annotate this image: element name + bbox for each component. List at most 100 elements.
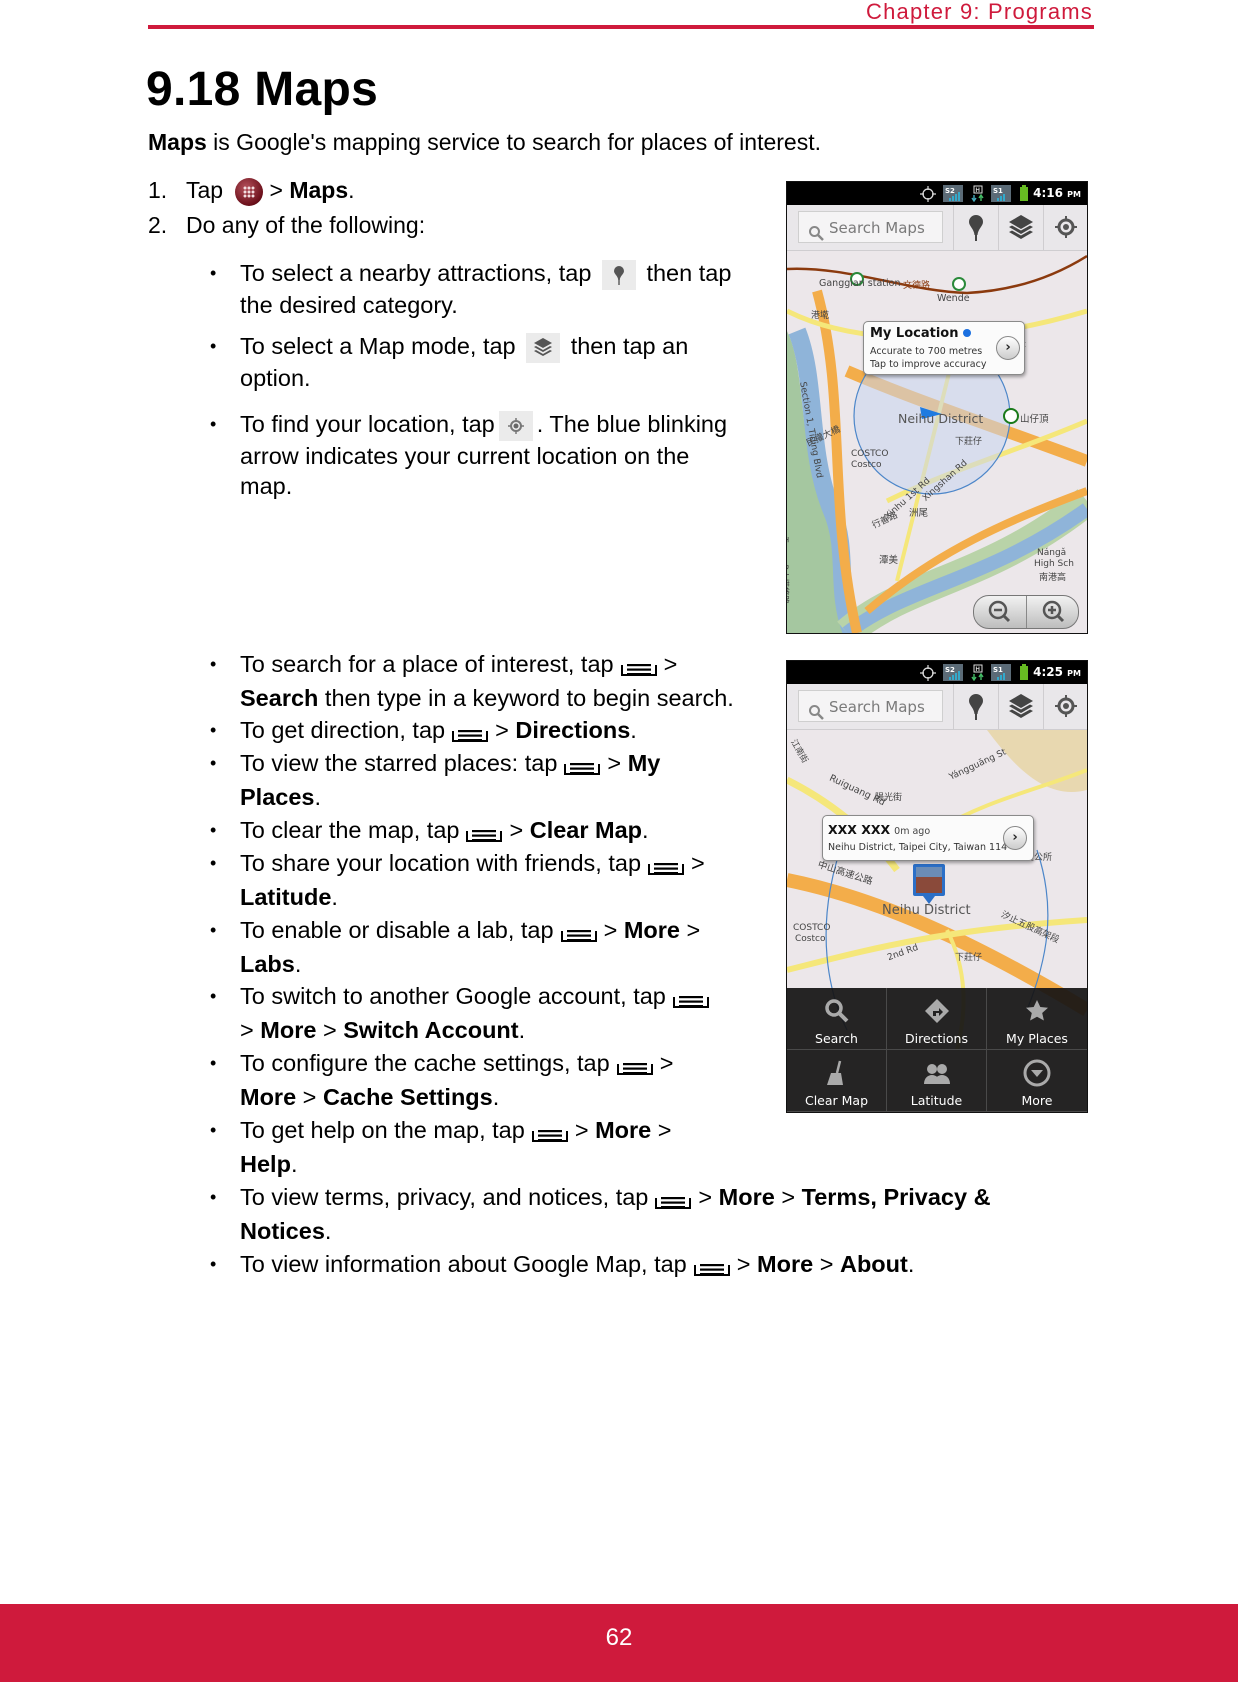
menu-label: Latitude: [910, 1093, 963, 1108]
text: To search for a place of interest, tap: [240, 651, 614, 677]
header-rule: [148, 25, 1094, 29]
place-pin-icon: [601, 259, 636, 290]
bullet-dot: •: [210, 1120, 217, 1140]
map-view[interactable]: Ganggian station 文德路 Wende 港墘 Section 1,…: [787, 251, 1087, 633]
step-2: 2. Do any of the following:: [148, 212, 425, 239]
text: option.: [240, 364, 311, 391]
search-maps-input[interactable]: Search Maps: [798, 211, 943, 243]
more-icon: [1023, 1059, 1051, 1087]
signal-s2-icon: S2: [943, 664, 963, 681]
layers-icon: [1009, 694, 1033, 718]
zoom-out-button[interactable]: [974, 596, 1027, 628]
menu-item-clear-map[interactable]: Clear Map: [787, 1050, 887, 1112]
bullet-text: To enable or disable a lab, tap > More > L…: [240, 914, 700, 981]
text: >: [691, 850, 705, 876]
map-label: 陽光街: [875, 793, 903, 803]
svg-text:S1: S1: [993, 666, 1003, 674]
text: >: [698, 1184, 713, 1210]
place-pin-icon: [969, 215, 983, 241]
step-text: Do any of the following:: [186, 212, 426, 238]
text: To view terms, privacy, and notices, tap: [240, 1184, 649, 1210]
menu-item-my-places[interactable]: My Places: [987, 988, 1087, 1050]
search-placeholder: Search Maps: [829, 698, 925, 716]
map-label: Neihu District: [882, 903, 971, 918]
svg-text:H: H: [976, 188, 980, 194]
map-label: 洲尾: [909, 508, 929, 519]
signal-s1-icon: S1: [991, 664, 1011, 681]
menu-item-latitude[interactable]: Latitude: [887, 1050, 987, 1112]
search-icon: [808, 699, 824, 720]
my-location-button[interactable]: [1043, 205, 1087, 250]
layers-button[interactable]: [998, 205, 1043, 250]
bullet-dot: •: [210, 654, 217, 674]
text: .: [324, 1217, 332, 1244]
period: .: [348, 177, 355, 203]
battery-icon: [1019, 185, 1029, 202]
contact-location-bubble[interactable]: XXX XXX 0m ago Neihu District, Taipei Ci…: [822, 815, 1034, 861]
text: To view the starred places: tap: [240, 750, 558, 776]
bullet-text: To view the starred places: tap > My Place…: [240, 747, 660, 814]
menu-item-search[interactable]: Search: [787, 988, 887, 1050]
text: .: [314, 783, 322, 810]
maps-screenshot-menu: S2 H S1 4:25 PM Search Maps 江南街 Ruiguang…: [786, 660, 1088, 1113]
map-label: High Sch: [1034, 559, 1074, 569]
text: To find your location, tap: [240, 411, 495, 437]
chevron-right-icon[interactable]: ›: [996, 336, 1020, 360]
places-button[interactable]: [953, 684, 998, 729]
my-location-bubble[interactable]: My Location Accurate to 700 metres Tap t…: [863, 321, 1025, 375]
chevron-right-icon[interactable]: ›: [1003, 826, 1027, 850]
text: >: [774, 1184, 802, 1210]
data-hspa-icon: H: [969, 664, 987, 682]
bullet-dot: •: [210, 820, 217, 840]
map-label: 文德路: [903, 281, 931, 291]
map-label: COSTCO: [851, 449, 889, 459]
places-button[interactable]: [953, 205, 998, 250]
my-location-button[interactable]: [1043, 684, 1087, 729]
bold-text: Switch Account: [343, 1016, 519, 1043]
layers-button[interactable]: [998, 684, 1043, 729]
bold-text: Terms, Privacy &: [801, 1184, 991, 1210]
text: To select a nearby attractions, tap: [240, 260, 592, 286]
bullet-dot: •: [210, 336, 217, 356]
apps-icon: [235, 177, 264, 206]
bullet-text: To switch to another Google account, tap…: [240, 980, 716, 1047]
intro-paragraph: Maps is Google's mapping service to sear…: [148, 129, 821, 156]
text: .: [907, 1251, 915, 1277]
search-maps-input[interactable]: Search Maps: [798, 690, 943, 722]
text: >: [240, 1016, 261, 1043]
bullet-text: To search for a place of interest, tap > S…: [240, 648, 734, 715]
zoom-control: [973, 595, 1079, 629]
bullet-dot: •: [210, 853, 217, 873]
menu-key-icon: [647, 854, 685, 875]
search-icon: [824, 999, 848, 1023]
text: then type in a keyword to begin search.: [318, 684, 734, 711]
star-icon: [1026, 1000, 1048, 1021]
bullet-dot: •: [210, 1187, 217, 1207]
map-label: COSTCO: [793, 923, 831, 933]
text: >: [736, 1251, 751, 1277]
contact-name: XXX XXX: [828, 822, 891, 837]
text: >: [296, 1083, 323, 1110]
layers-icon: [1009, 215, 1033, 239]
bullet-text: To configure the cache settings, tap > Mor…: [240, 1047, 673, 1114]
menu-item-more[interactable]: More: [987, 1050, 1087, 1112]
text: To get help on the map, tap: [240, 1117, 525, 1143]
chapter-header: Chapter 9: Programs: [866, 0, 1093, 24]
page-title: 9.18 Maps: [146, 63, 379, 116]
bullet-dot: •: [210, 1053, 217, 1073]
svg-text:S2: S2: [945, 666, 955, 674]
intro-text: is Google's mapping service to search fo…: [206, 129, 821, 155]
search-icon: [808, 220, 824, 241]
bubble-line: Accurate to 700 metres: [870, 346, 983, 357]
bold-text: Directions: [515, 717, 631, 743]
menu-item-directions[interactable]: Directions: [887, 988, 987, 1050]
zoom-out-icon: [988, 600, 1011, 623]
time-ago: 0m ago: [894, 826, 931, 837]
text: the desired category.: [240, 291, 458, 318]
step-text: Tap: [186, 177, 224, 203]
broom-icon: [826, 1060, 843, 1085]
bullet-text: To share your location with friends, tap…: [240, 847, 705, 914]
status-bar: S2 H S1 4:16 PM: [787, 182, 1087, 205]
bullet-dot: •: [210, 414, 217, 434]
zoom-in-button[interactable]: [1026, 596, 1078, 628]
